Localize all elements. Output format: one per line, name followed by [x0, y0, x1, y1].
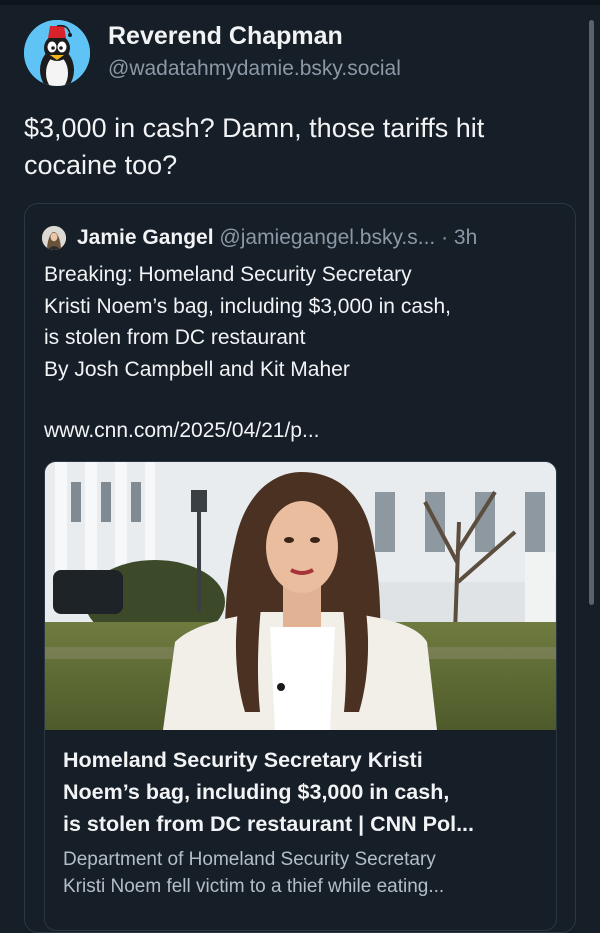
- author-handle[interactable]: @wadatahmydamie.bsky.social: [108, 57, 401, 81]
- author-name[interactable]: Reverend Chapman: [108, 22, 343, 51]
- quoted-author-name[interactable]: Jamie Gangel: [77, 226, 214, 249]
- link-description-line: Kristi Noem fell victim to a thief while…: [63, 876, 445, 897]
- link-title-line: Homeland Security Secretary Kristi: [63, 748, 423, 772]
- link-preview-description: Department of Homeland Security Secretar…: [63, 846, 543, 900]
- quoted-post-header: Jamie Gangel @jamiegangel.bsky.s... · 3h: [77, 224, 477, 252]
- quoted-post-link[interactable]: www.cnn.com/2025/04/21/p...: [44, 419, 320, 443]
- quoted-post[interactable]: Jamie Gangel @jamiegangel.bsky.s... · 3h…: [24, 203, 576, 933]
- quoted-post-time: · 3h: [441, 226, 478, 249]
- quoted-text-line: Breaking: Homeland Security Secretary: [44, 263, 412, 286]
- quoted-text-line: Kristi Noem’s bag, including $3,000 in c…: [44, 294, 452, 318]
- post-text-line: $3,000 in cash? Damn, those tariffs hit: [24, 113, 485, 143]
- quoted-text-line: By Josh Campbell and Kit Maher: [44, 357, 350, 381]
- link-title-line: Noem’s bag, including $3,000 in cash,: [63, 780, 450, 804]
- penguin-avatar-icon[interactable]: [24, 20, 90, 86]
- link-preview-image: [45, 462, 556, 730]
- post-text-line: cocaine too?: [24, 150, 178, 180]
- quoted-post-text: Breaking: Homeland Security Secretary Kr…: [44, 259, 564, 385]
- person-avatar-icon: [42, 226, 66, 250]
- quoted-text-line: is stolen from DC restaurant: [44, 326, 306, 349]
- link-preview-title: Homeland Security Secretary Kristi Noem’…: [63, 744, 543, 840]
- post-text: $3,000 in cash? Damn, those tariffs hit …: [24, 110, 584, 184]
- scrollbar[interactable]: [589, 20, 594, 605]
- link-preview-card[interactable]: Homeland Security Secretary Kristi Noem’…: [44, 461, 557, 931]
- link-title-line: is stolen from DC restaurant | CNN Pol..…: [63, 812, 474, 836]
- quoted-author-handle[interactable]: @jamiegangel.bsky.s...: [219, 226, 435, 249]
- link-description-line: Department of Homeland Security Secretar…: [63, 849, 436, 870]
- post: Reverend Chapman @wadatahmydamie.bsky.so…: [0, 0, 600, 933]
